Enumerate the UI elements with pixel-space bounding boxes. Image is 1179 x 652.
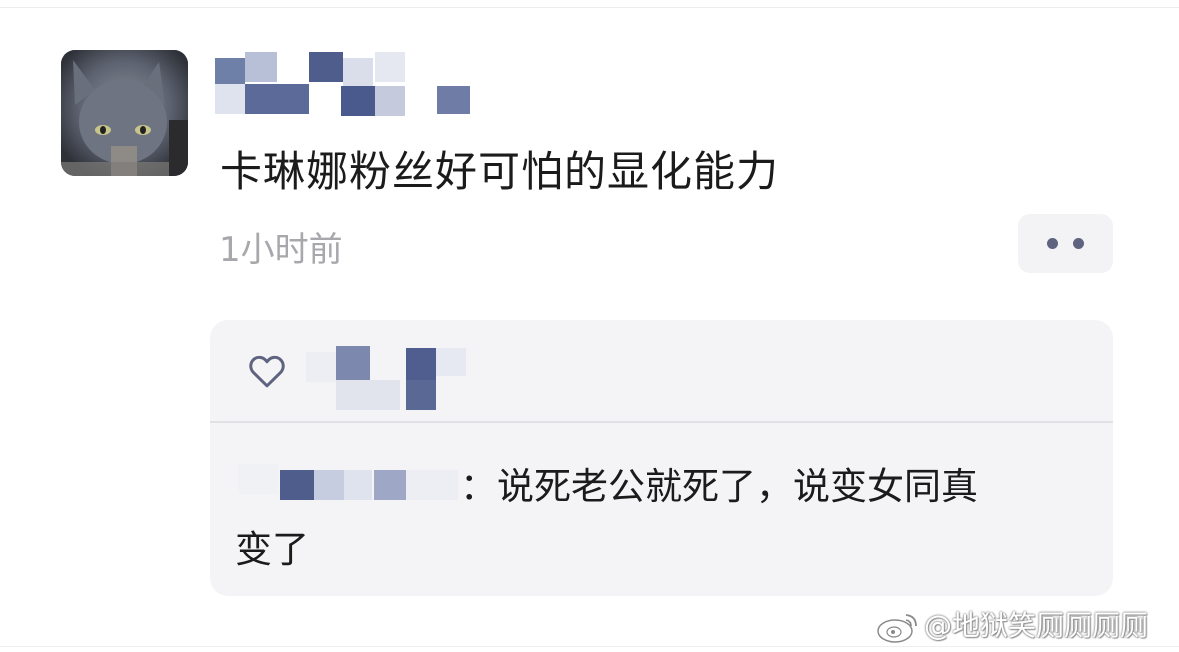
heart-icon[interactable] (246, 350, 288, 392)
user-avatar[interactable] (61, 50, 188, 176)
cat-avatar-icon (61, 50, 188, 176)
commenter-name-mosaic[interactable] (238, 450, 460, 506)
more-options-button[interactable] (1018, 214, 1113, 273)
watermark: @地狱笑厕厕厕厕 (876, 604, 1148, 644)
bottom-divider (0, 646, 1179, 647)
comment-text-line2: 变了 (235, 528, 309, 571)
panel-divider (210, 421, 1113, 423)
post-timestamp: 1小时前 (219, 230, 343, 270)
top-divider (0, 7, 1179, 8)
username-mosaic[interactable] (215, 52, 470, 116)
weibo-logo-icon (877, 614, 917, 643)
post-text: 卡琳娜粉丝好可怕的显化能力 (220, 147, 780, 196)
comment-text-line1: ：说死老公就死了，说变女同真 (460, 465, 978, 508)
watermark-text: @地狱笑厕厕厕厕 (924, 609, 1149, 642)
liker-name-mosaic[interactable] (306, 346, 476, 414)
comment-panel: ：说死老公就死了，说变女同真 变了 (210, 320, 1113, 596)
